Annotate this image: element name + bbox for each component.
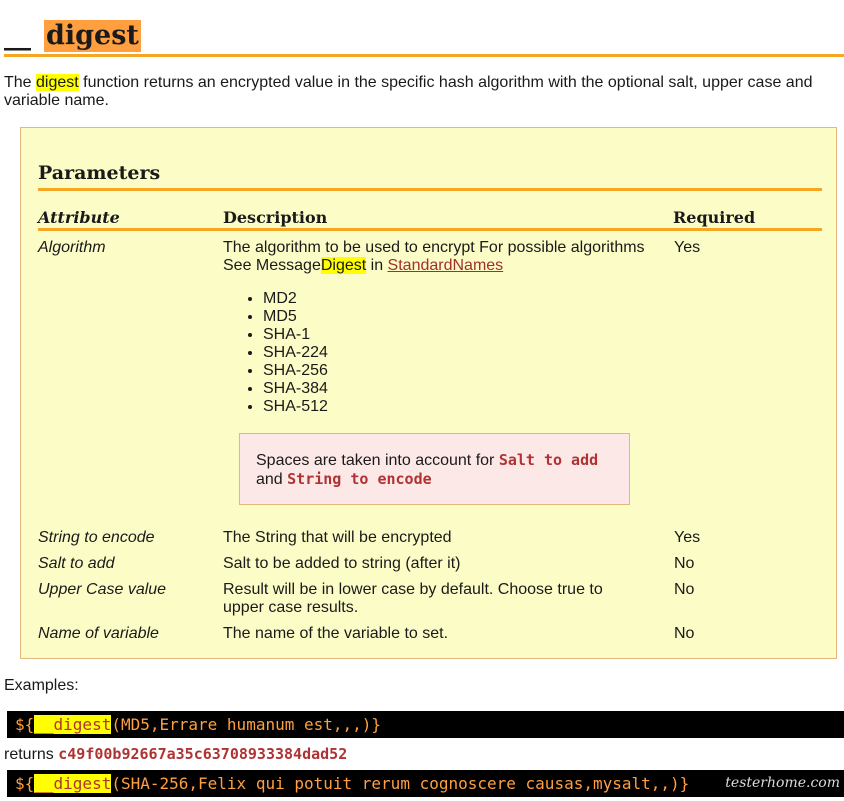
parameters-table-header: Attribute Description Required [38, 206, 822, 231]
row-salt-description: Salt to be added to string (after it) [223, 555, 461, 572]
code-prefix: ${ [15, 774, 35, 793]
watermark: testerhome.com [725, 775, 840, 791]
example-sha256-text: ${__digest(SHA-256,Felix qui potuit reru… [15, 774, 689, 793]
row-string-attribute: String to encode [38, 529, 155, 546]
intro-paragraph: The digest function returns an encrypted… [4, 74, 834, 110]
code-args: (SHA-256,Felix qui potuit rerum cognosce… [111, 774, 690, 793]
row-salt-attribute: Salt to add [38, 555, 115, 572]
column-description: Description [223, 208, 328, 227]
parameters-panel: Parameters Attribute Description Require… [20, 127, 837, 659]
note-code-salt: Salt to add [498, 451, 599, 469]
example-md5-text: ${__digest(MD5,Errare humanum est,,,)} [15, 715, 381, 734]
desc-line2-before: See Message [223, 257, 321, 274]
title-prefix: __ [4, 20, 31, 51]
list-item: SHA-512 [263, 398, 328, 416]
returns-label: returns [4, 746, 59, 763]
example-sha256-code: ${__digest(SHA-256,Felix qui potuit reru… [7, 770, 844, 797]
row-string-description: The String that will be encrypted [223, 529, 452, 546]
row-salt-required: No [674, 555, 695, 572]
desc-line2-highlight: Digest [320, 257, 367, 274]
intro-highlight: digest [36, 74, 79, 91]
row-algorithm-attribute: Algorithm [38, 239, 106, 256]
column-attribute: Attribute [38, 208, 120, 227]
intro-text-after: function returns an encrypted value in t… [4, 74, 813, 109]
algorithm-list: MD2 MD5 SHA-1 SHA-224 SHA-256 SHA-384 SH… [263, 290, 328, 416]
list-item: SHA-256 [263, 362, 328, 380]
note-text: Spaces are taken into account for Salt t… [256, 451, 598, 489]
note-before: Spaces are taken into account for [256, 452, 499, 469]
standardnames-link[interactable]: StandardNames [388, 257, 504, 274]
row-string-required: Yes [674, 529, 701, 546]
spaces-note: Spaces are taken into account for Salt t… [239, 433, 630, 505]
examples-label: Examples: [4, 677, 79, 694]
title-function-name: digest [44, 20, 141, 52]
list-item: SHA-384 [263, 380, 328, 398]
code-prefix: ${ [15, 715, 35, 734]
note-code-string: String to encode [287, 470, 432, 488]
row-uppercase-description: Result will be in lower case by default.… [223, 581, 643, 617]
list-item: MD2 [263, 290, 328, 308]
row-uppercase-attribute: Upper Case value [38, 581, 167, 598]
parameters-heading: Parameters [38, 162, 822, 191]
returns-value: c49f00b92667a35c63708933384dad52 [58, 745, 348, 763]
list-item: SHA-224 [263, 344, 328, 362]
note-mid: and [256, 471, 288, 488]
row-uppercase-required: No [674, 581, 695, 598]
list-item: SHA-1 [263, 326, 328, 344]
row-variable-description: The name of the variable to set. [223, 625, 449, 642]
row-algorithm-desc-line2: See MessageDigest in StandardNames [223, 257, 663, 275]
row-uppercase-desc-line1: Result will be in lower case by default.… [223, 581, 603, 598]
row-algorithm-desc-line1: The algorithm to be used to encrypt For … [223, 239, 645, 256]
row-algorithm-description: The algorithm to be used to encrypt For … [223, 239, 663, 275]
desc-line2-mid: in [366, 257, 388, 274]
code-function: __digest [34, 715, 112, 734]
example-md5-code: ${__digest(MD5,Errare humanum est,,,)} [7, 711, 844, 738]
returns-line: returns c49f00b92667a35c63708933384dad52 [4, 745, 347, 764]
intro-text-before: The [4, 74, 37, 91]
code-function: __digest [34, 774, 112, 793]
row-uppercase-desc-line2: upper case results. [223, 599, 359, 616]
row-variable-attribute: Name of variable [38, 625, 159, 642]
row-variable-required: No [674, 625, 695, 642]
page-title: __ digest [4, 18, 844, 57]
column-required: Required [673, 208, 756, 227]
row-algorithm-required: Yes [674, 239, 701, 256]
code-args: (MD5,Errare humanum est,,,)} [111, 715, 382, 734]
list-item: MD5 [263, 308, 328, 326]
